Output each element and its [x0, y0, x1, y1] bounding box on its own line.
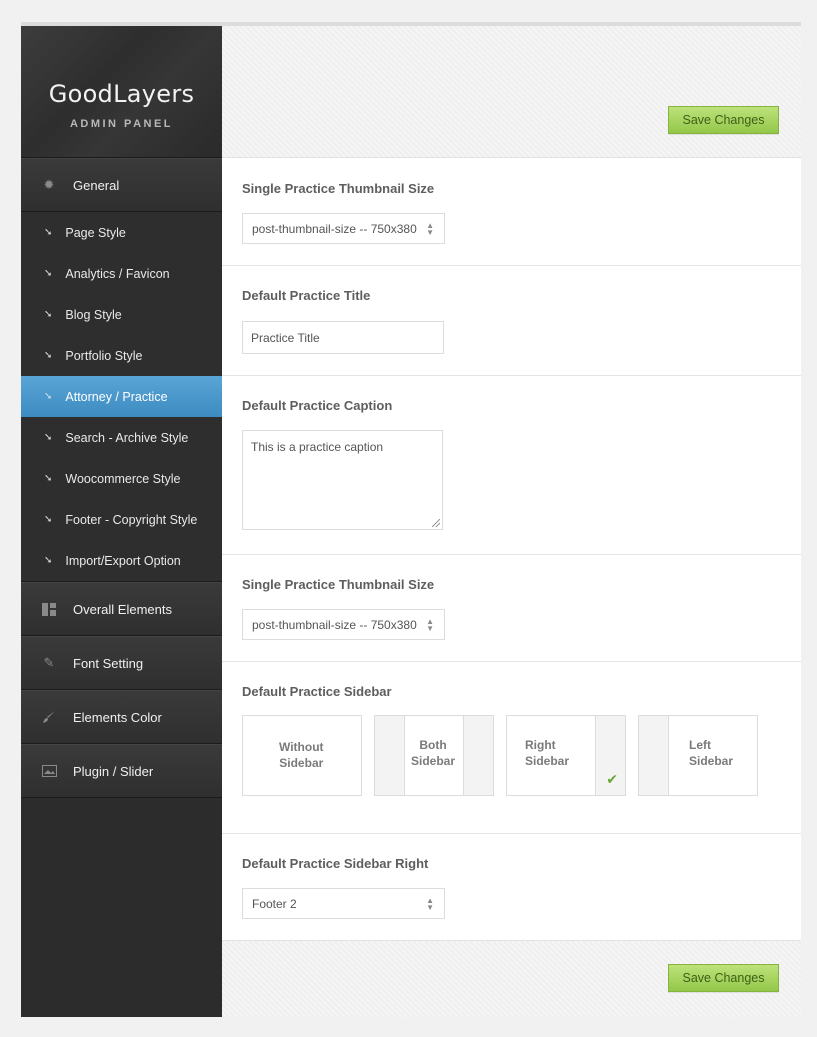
arrow-down-right-icon: ➘ — [44, 268, 53, 279]
option-practice-title: Default Practice Title Practice Title — [222, 266, 801, 376]
sidebar-item-footer-copyright-style[interactable]: ➘ Footer - Copyright Style — [21, 499, 222, 540]
option-label: Default Practice Sidebar Right — [242, 856, 429, 871]
layout-label: Right Sidebar — [525, 738, 570, 768]
sidebar-item-label: Import/Export Option — [65, 553, 181, 568]
sidebar-item-portfolio-style[interactable]: ➘ Portfolio Style — [21, 335, 222, 376]
option-thumbnail-size: Single Practice Thumbnail Size post-thum… — [222, 158, 801, 266]
bottom-toolbar: Save Changes — [222, 940, 801, 1017]
option-practice-caption: Default Practice Caption This is a pract… — [222, 376, 801, 555]
option-practice-sidebar-right: Default Practice Sidebar Right Footer 2 … — [222, 834, 801, 941]
sidebar-block — [463, 716, 493, 795]
sidebar-right-select[interactable]: Footer 2 ▲ ▼ — [242, 888, 445, 919]
save-button[interactable]: Save Changes — [668, 106, 779, 134]
arrow-down-right-icon: ➘ — [44, 555, 53, 566]
option-label: Single Practice Thumbnail Size — [242, 181, 435, 196]
option-label: Default Practice Sidebar — [242, 684, 392, 699]
sidebar-layout-picker: Without Sidebar Both Sidebar Right Sidebar … — [242, 715, 801, 796]
sidebar-item-label: Analytics / Favicon — [65, 266, 170, 281]
option-label: Default Practice Caption — [242, 398, 393, 413]
arrow-down-right-icon: ➘ — [44, 514, 53, 525]
sidebar-item-blog-style[interactable]: ➘ Blog Style — [21, 294, 222, 335]
select-value: Footer 2 — [252, 896, 297, 911]
layout-icon — [41, 601, 57, 617]
arrow-down-right-icon: ➘ — [44, 391, 53, 402]
option-practice-sidebar: Default Practice Sidebar Without Sidebar … — [222, 662, 801, 834]
select-caret-icon: ▲ ▼ — [426, 896, 434, 912]
sidebar-section-general[interactable]: ✹ General — [21, 158, 222, 212]
sidebar-item-label: Footer - Copyright Style — [65, 512, 198, 527]
arrow-down-right-icon: ➘ — [44, 350, 53, 361]
sidebar-section-label: Font Setting — [73, 655, 144, 671]
save-button-bottom[interactable]: Save Changes — [668, 964, 779, 992]
brush-icon — [41, 709, 57, 725]
sidebar-item-attorney-practice[interactable]: ➘ Attorney / Practice — [21, 376, 222, 417]
brand-subtitle: ADMIN PANEL — [69, 118, 174, 130]
sidebar-section-plugin-slider[interactable]: Plugin / Slider — [21, 744, 222, 798]
sidebar-section-font-setting[interactable]: ✎ Font Setting — [21, 636, 222, 690]
layout-label: Both Sidebar — [411, 738, 456, 768]
option-thumbnail-size-2: Single Practice Thumbnail Size post-thum… — [222, 555, 801, 662]
practice-caption-textarea[interactable]: This is a practice caption — [242, 430, 443, 530]
gear-icon: ✹ — [43, 177, 55, 192]
checkmark-icon: ✔ — [606, 771, 618, 787]
sidebar-item-search-archive-style[interactable]: ➘ Search - Archive Style — [21, 417, 222, 458]
sidebar-item-label: Blog Style — [65, 307, 122, 322]
resize-grip-icon[interactable] — [432, 519, 440, 527]
arrow-down-right-icon: ➘ — [44, 473, 53, 484]
select-value: post-thumbnail-size -- 750x380 — [252, 617, 417, 632]
layout-without-sidebar[interactable]: Without Sidebar — [242, 715, 362, 796]
sidebar-block — [375, 716, 405, 795]
arrow-down-right-icon: ➘ — [44, 432, 53, 443]
main-panel: Save Changes Single Practice Thumbnail S… — [222, 26, 801, 1017]
layout-label: Left Sidebar — [689, 738, 734, 768]
practice-title-input[interactable]: Practice Title — [242, 321, 444, 354]
slider-icon — [41, 763, 57, 779]
sidebar-section-overall-elements[interactable]: Overall Elements — [21, 582, 222, 636]
sidebar-item-label: Page Style — [65, 225, 126, 240]
arrow-down-right-icon: ➘ — [44, 227, 53, 238]
select-value: post-thumbnail-size -- 750x380 — [252, 221, 417, 236]
sidebar-block — [639, 716, 669, 795]
layout-both-sidebar[interactable]: Both Sidebar — [374, 715, 494, 796]
sidebar: GoodLayers ADMIN PANEL ✹ General ➘ Page … — [21, 26, 222, 1017]
sidebar-item-woocommerce-style[interactable]: ➘ Woocommerce Style — [21, 458, 222, 499]
layout-label: Without Sidebar — [279, 740, 324, 770]
sidebar-section-elements-color[interactable]: Elements Color — [21, 690, 222, 744]
sidebar-section-label: Overall Elements — [73, 601, 172, 617]
pencil-icon: ✎ — [43, 655, 55, 670]
sidebar-section-label: Plugin / Slider — [73, 763, 154, 779]
option-label: Single Practice Thumbnail Size — [242, 577, 435, 592]
arrow-down-right-icon: ➘ — [44, 309, 53, 320]
thumbnail-size-select-2[interactable]: post-thumbnail-size -- 750x380 ▲ ▼ — [242, 609, 445, 640]
top-toolbar: Save Changes — [222, 26, 801, 158]
sidebar-item-analytics-favicon[interactable]: ➘ Analytics / Favicon — [21, 253, 222, 294]
sidebar-item-label: Portfolio Style — [65, 348, 143, 363]
admin-frame: GoodLayers ADMIN PANEL ✹ General ➘ Page … — [21, 22, 801, 1017]
select-caret-icon: ▲ ▼ — [426, 221, 434, 237]
thumbnail-size-select[interactable]: post-thumbnail-size -- 750x380 ▲ ▼ — [242, 213, 445, 244]
sidebar-item-label: Woocommerce Style — [65, 471, 181, 486]
textarea-value: This is a practice caption — [251, 440, 384, 454]
option-label: Default Practice Title — [242, 288, 371, 303]
layout-right-sidebar[interactable]: Right Sidebar ✔ — [506, 715, 626, 796]
sidebar-section-label: General — [73, 177, 120, 193]
sidebar-item-import-export-option[interactable]: ➘ Import/Export Option — [21, 540, 222, 581]
sidebar-sub-list: ➘ Page Style ➘ Analytics / Favicon ➘ Blo… — [21, 212, 222, 582]
brand-title: GoodLayers — [48, 80, 195, 108]
layout-left-sidebar[interactable]: Left Sidebar — [638, 715, 758, 796]
sidebar-section-label: Elements Color — [73, 709, 162, 725]
sidebar-item-page-style[interactable]: ➘ Page Style — [21, 212, 222, 253]
sidebar-item-label: Search - Archive Style — [65, 430, 189, 445]
brand-header: GoodLayers ADMIN PANEL — [21, 26, 222, 158]
sidebar-item-label: Attorney / Practice — [65, 389, 168, 404]
select-caret-icon: ▲ ▼ — [426, 617, 434, 633]
